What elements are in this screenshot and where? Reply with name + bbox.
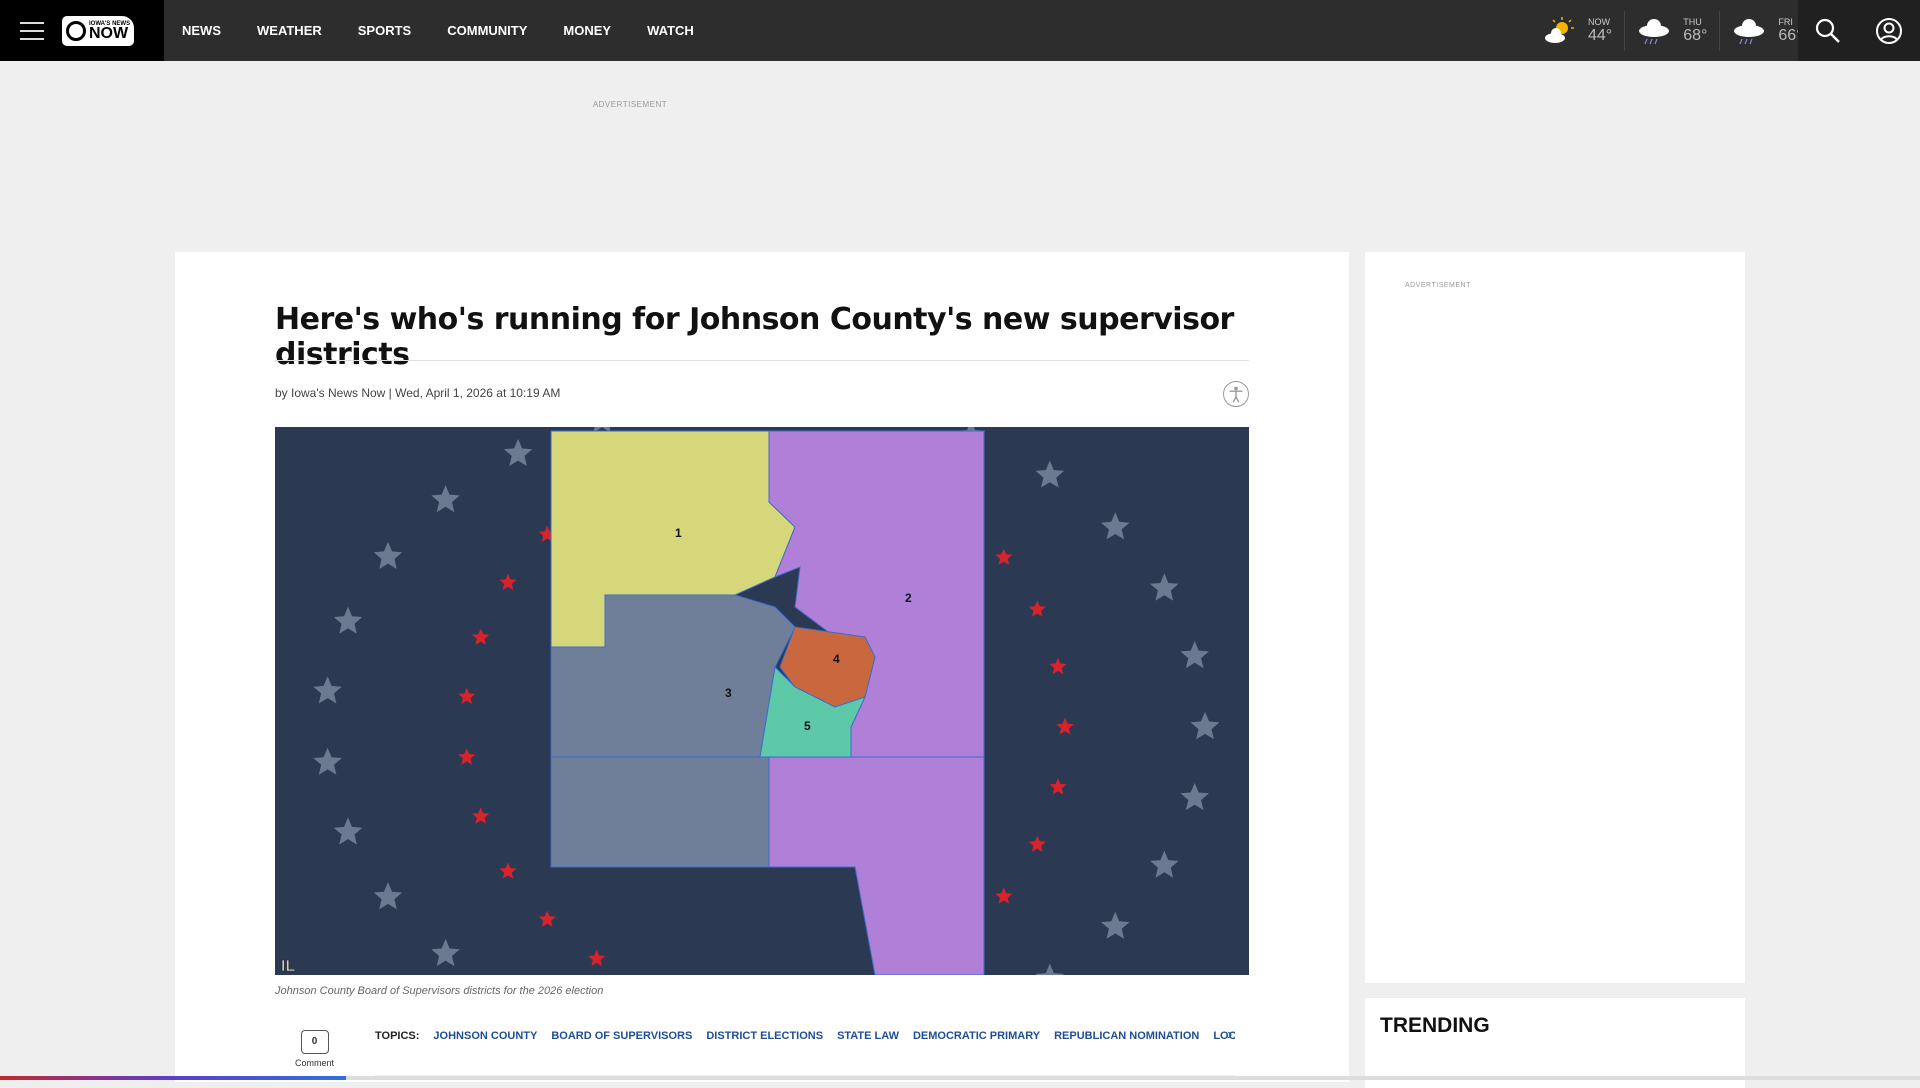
header-brand: IOWA'S NEWS NOW <box>0 0 164 61</box>
star-decoration <box>458 687 476 704</box>
star-decoration <box>1101 512 1130 540</box>
nav-money[interactable]: MONEY <box>563 23 611 38</box>
weather-strip[interactable]: NOW 44° THU 68° FRI 66° <box>1530 0 1815 61</box>
star-decoration <box>1035 460 1065 488</box>
watermark: IL <box>281 958 295 975</box>
star-decoration <box>1101 911 1130 939</box>
nav-sports[interactable]: SPORTS <box>358 23 411 38</box>
sidebar-ad: ADVERTISEMENT <box>1365 252 1745 983</box>
trending-heading: TRENDING <box>1380 1014 1490 1037</box>
star-decoration <box>431 485 460 513</box>
district-label: 1 <box>675 526 682 540</box>
star-decoration <box>333 817 363 845</box>
main-nav: NEWS WEATHER SPORTS COMMUNITY MONEY WATC… <box>182 23 730 38</box>
star-decoration <box>458 748 476 765</box>
comment-label: Comment <box>295 1058 335 1068</box>
star-decoration <box>995 548 1013 565</box>
chevron-right-icon[interactable]: › <box>1227 1026 1232 1044</box>
nav-watch[interactable]: WATCH <box>647 23 694 38</box>
star-decoration <box>1035 963 1065 975</box>
star-decoration <box>313 747 342 775</box>
reading-progress-bar <box>0 1076 1920 1080</box>
district-label: 2 <box>905 591 912 605</box>
district-label: 4 <box>833 652 840 666</box>
nav-news[interactable]: NEWS <box>182 23 221 38</box>
article-map-image[interactable]: 1 2 3 4 5 IL <box>275 427 1249 975</box>
site-logo[interactable]: IOWA'S NEWS NOW <box>62 15 134 46</box>
star-decoration <box>1180 782 1209 811</box>
star-decoration <box>503 438 533 466</box>
article-title: Here's who's running for Johnson County'… <box>275 302 1234 372</box>
star-decoration <box>995 887 1013 904</box>
account-icon[interactable] <box>1875 17 1903 45</box>
image-caption: Johnson County Board of Supervisors dist… <box>275 985 604 997</box>
weather-label: NOW <box>1588 16 1610 27</box>
site-header: IOWA'S NEWS NOW NEWS WEATHER SPORTS COMMU… <box>0 0 1920 61</box>
article-card: Here's who's running for Johnson County'… <box>175 252 1349 1082</box>
topic-link[interactable]: DISTRICT ELECTIONS <box>706 1030 823 1042</box>
star-decoration <box>588 949 606 966</box>
ad-label: ADVERTISEMENT <box>1405 282 1471 289</box>
star-decoration <box>1028 835 1046 852</box>
weather-thu[interactable]: THU 68° <box>1625 10 1721 51</box>
ad-label: ADVERTISEMENT <box>592 100 668 109</box>
star-decoration <box>472 628 490 645</box>
weather-label: THU <box>1683 16 1702 27</box>
star-decoration <box>499 573 517 590</box>
weather-temp: 68° <box>1683 26 1708 44</box>
topic-link[interactable]: JOHNSON COUNTY <box>433 1030 537 1042</box>
topic-link[interactable]: DEMOCRATIC PRIMARY <box>913 1030 1040 1042</box>
byline: by Iowa's News Now | Wed, April 1, 2026 … <box>275 386 561 400</box>
trending-card: TRENDING <box>1365 998 1745 1088</box>
topic-link[interactable]: REPUBLICAN NOMINATION <box>1054 1030 1199 1042</box>
comment-button[interactable]: 0 Comment <box>295 1030 334 1068</box>
topic-link[interactable]: BOARD OF SUPERVISORS <box>551 1030 692 1042</box>
district-label: 3 <box>725 686 732 700</box>
header-tools <box>1798 0 1920 61</box>
star-decoration <box>1180 641 1209 669</box>
star-decoration <box>431 938 460 967</box>
star-decoration <box>499 862 517 879</box>
district-3-south <box>550 756 770 868</box>
star-decoration <box>1028 600 1046 617</box>
topics-bar: TOPICS: JOHNSON COUNTY BOARD OF SUPERVIS… <box>375 1030 1235 1042</box>
menu-icon[interactable] <box>20 21 44 40</box>
district-label: 5 <box>804 719 811 733</box>
star-decoration <box>472 807 490 824</box>
star-decoration <box>1150 850 1179 878</box>
accessibility-icon[interactable] <box>1223 381 1249 407</box>
topic-link[interactable]: STATE LAW <box>837 1030 899 1042</box>
weather-now[interactable]: NOW 44° <box>1530 10 1626 51</box>
star-decoration <box>373 882 403 910</box>
district-2-south <box>768 756 985 975</box>
star-decoration <box>538 910 556 927</box>
divider <box>275 360 1249 361</box>
search-icon[interactable] <box>1815 18 1841 44</box>
star-decoration <box>373 541 403 569</box>
progress-fill <box>0 1076 346 1080</box>
rain-icon <box>1639 18 1670 44</box>
star-decoration <box>1150 573 1179 601</box>
partly-sunny-icon <box>1545 16 1574 43</box>
nav-community[interactable]: COMMUNITY <box>447 23 527 38</box>
star-decoration <box>333 606 363 634</box>
star-decoration <box>1190 712 1220 740</box>
nav-weather[interactable]: WEATHER <box>257 23 322 38</box>
weather-temp: 44° <box>1588 26 1613 44</box>
star-decoration <box>1056 718 1074 735</box>
district-map: 1 2 3 4 5 IL <box>281 427 1220 975</box>
star-decoration <box>1049 657 1067 675</box>
topics-label: TOPICS: <box>375 1030 420 1042</box>
star-decoration <box>1049 778 1067 795</box>
comment-count: 0 <box>300 1030 329 1054</box>
star-decoration <box>313 676 342 704</box>
rain-icon <box>1734 18 1765 44</box>
